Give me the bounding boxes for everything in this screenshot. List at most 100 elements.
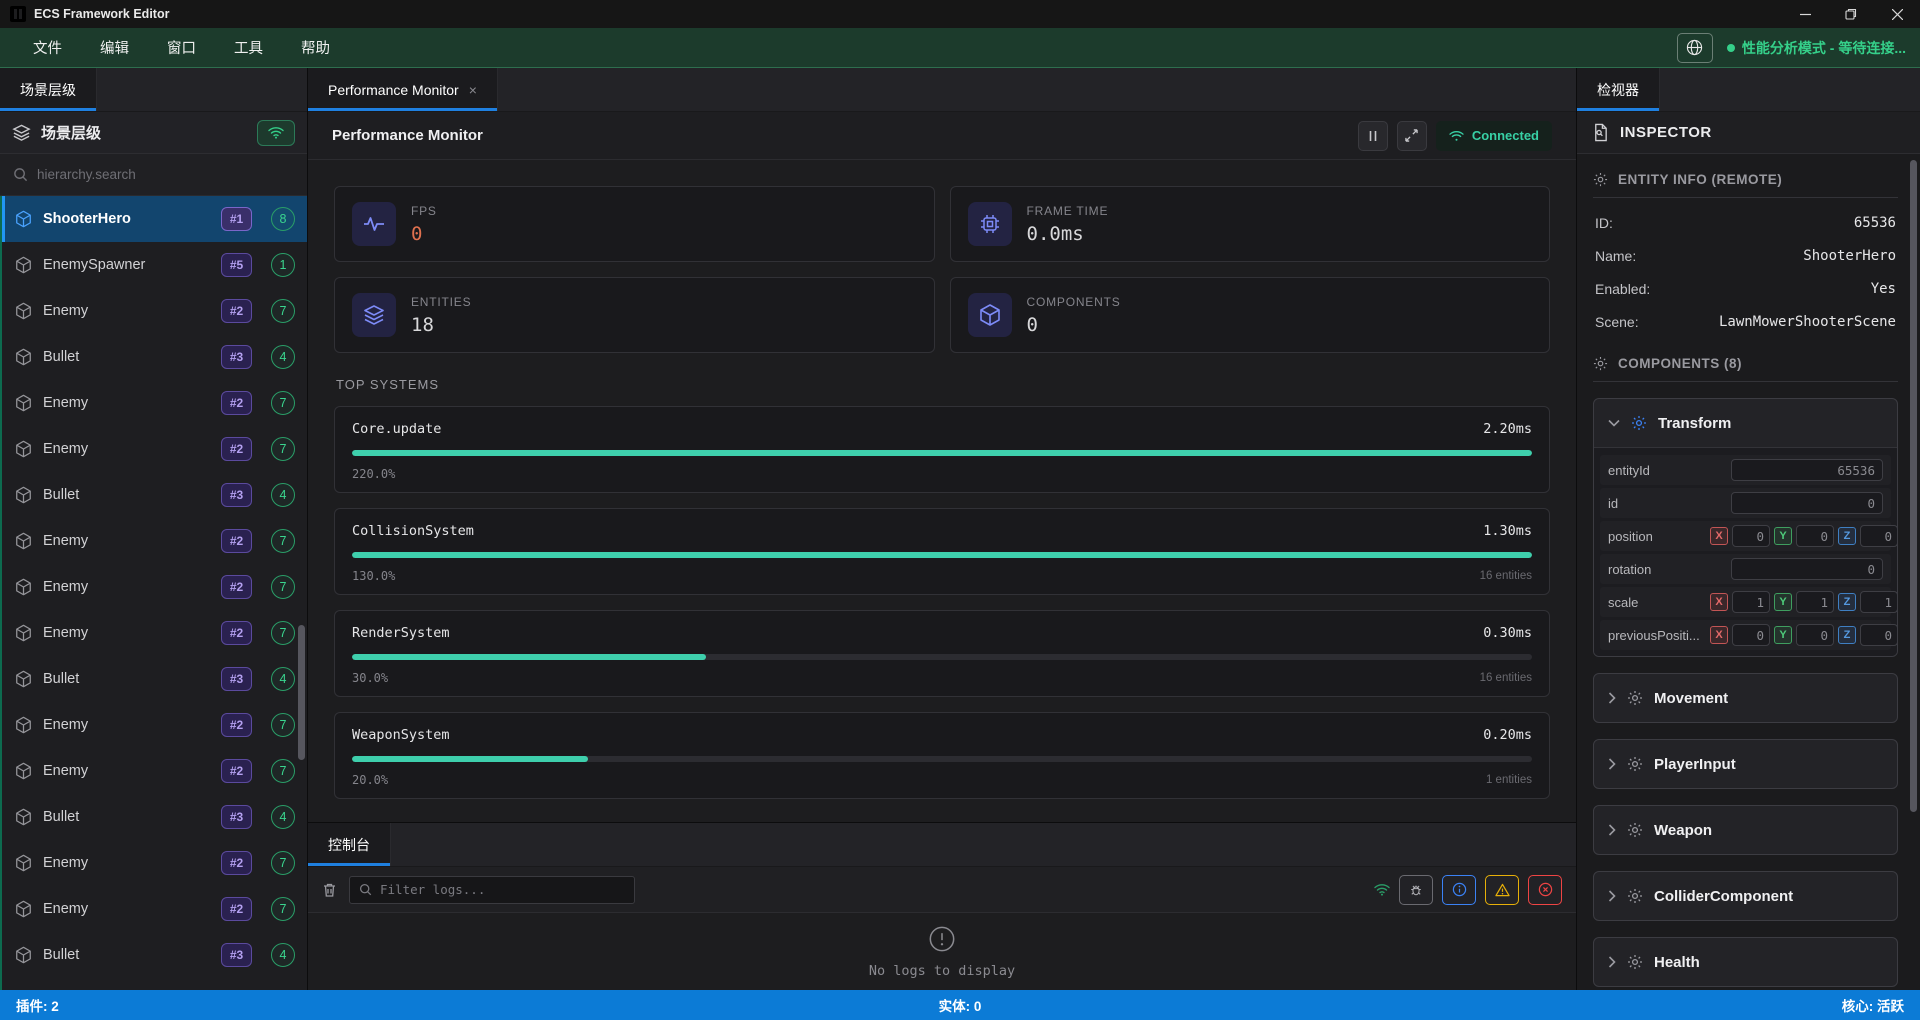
- metric-card: FRAME TIME 0.0ms: [950, 186, 1551, 262]
- hierarchy-item[interactable]: Bullet #3 4: [2, 932, 307, 978]
- hierarchy-connect-button[interactable]: [257, 120, 295, 146]
- app-window: ECS Framework Editor 文件编辑窗口工具帮助 性: [0, 0, 1920, 1020]
- hierarchy-item[interactable]: Enemy #2 7: [2, 518, 307, 564]
- hierarchy-item[interactable]: Enemy #2 7: [2, 702, 307, 748]
- info-filter-button[interactable]: [1442, 875, 1476, 905]
- hierarchy-search-input[interactable]: [37, 167, 294, 182]
- menu-item[interactable]: 编辑: [81, 28, 148, 67]
- system-name: CollisionSystem: [352, 523, 474, 539]
- component-header[interactable]: ColliderComponent: [1594, 872, 1897, 920]
- close-button[interactable]: [1874, 0, 1920, 28]
- menu-item[interactable]: 工具: [215, 28, 282, 67]
- hierarchy-item[interactable]: Enemy #2 7: [2, 886, 307, 932]
- hierarchy-item[interactable]: Enemy #2 7: [2, 564, 307, 610]
- hierarchy-list: ShooterHero #1 8 EnemySpawner #5 1 Enemy…: [0, 196, 307, 990]
- expand-button[interactable]: [1397, 121, 1427, 151]
- menu-item[interactable]: 文件: [14, 28, 81, 67]
- restore-button[interactable]: [1828, 0, 1874, 28]
- hierarchy-item[interactable]: Enemy #2 7: [2, 288, 307, 334]
- axis-x-input[interactable]: [1732, 525, 1770, 547]
- inspector-tabbar: 检视器: [1577, 68, 1920, 112]
- system-time: 1.30ms: [1483, 523, 1532, 539]
- entity-cube-icon: [15, 808, 32, 826]
- hierarchy-item[interactable]: EnemySpawner #5 1: [2, 242, 307, 288]
- hierarchy-item[interactable]: Enemy #2 7: [2, 426, 307, 472]
- system-progress-track: [352, 756, 1532, 762]
- axis-y-input[interactable]: [1796, 591, 1834, 613]
- inspector-scrollbar[interactable]: [1910, 160, 1917, 812]
- hierarchy-item[interactable]: Enemy #2 7: [2, 840, 307, 886]
- inspector-panel: 检视器 INSPECTOR ENTITY INFO (REMOTE): [1577, 68, 1920, 990]
- axis-y-badge: Y: [1774, 626, 1792, 644]
- entity-info-row: Scene: LawnMowerShooterScene: [1595, 314, 1896, 330]
- pause-button[interactable]: [1358, 121, 1388, 151]
- entity-count-badge: 4: [271, 667, 295, 691]
- tab-inspector[interactable]: 检视器: [1577, 68, 1660, 111]
- tab-console[interactable]: 控制台: [308, 823, 391, 866]
- axis-y-input[interactable]: [1796, 525, 1834, 547]
- tab-scene-hierarchy[interactable]: 场景层级: [0, 68, 97, 111]
- hierarchy-item[interactable]: Bullet #3 4: [2, 656, 307, 702]
- entity-name: EnemySpawner: [43, 257, 210, 273]
- entity-info-row: ID: 65536: [1595, 215, 1896, 231]
- info-value: 65536: [1854, 215, 1896, 231]
- minimize-button[interactable]: [1782, 0, 1828, 28]
- menu-item[interactable]: 帮助: [282, 28, 349, 67]
- menu-item[interactable]: 窗口: [148, 28, 215, 67]
- clear-logs-button[interactable]: [322, 882, 337, 898]
- entity-name: Bullet: [43, 947, 210, 963]
- hierarchy-panel: 场景层级 场景层级: [0, 68, 308, 990]
- hierarchy-scrollbar[interactable]: [298, 625, 305, 760]
- chevron-right-icon: [1608, 956, 1616, 968]
- component-header[interactable]: Health: [1594, 938, 1897, 986]
- inspector-header: INSPECTOR: [1577, 112, 1920, 154]
- axis-x-input[interactable]: [1732, 624, 1770, 646]
- property-row: id: [1600, 488, 1891, 518]
- axis-x-input[interactable]: [1732, 591, 1770, 613]
- entity-cube-icon: [15, 946, 32, 964]
- warning-filter-button[interactable]: [1485, 875, 1519, 905]
- entity-cube-icon: [15, 486, 32, 504]
- entity-info-row: Enabled: Yes: [1595, 281, 1896, 297]
- axis-z-input[interactable]: [1860, 624, 1898, 646]
- error-filter-button[interactable]: [1528, 875, 1562, 905]
- transform-header[interactable]: Transform: [1594, 399, 1897, 447]
- metric-value: 0.0ms: [1027, 223, 1109, 245]
- console-toolbar: [308, 867, 1576, 913]
- hierarchy-item[interactable]: ShooterHero #1 8: [2, 196, 307, 242]
- wifi-icon: [1449, 130, 1464, 142]
- axis-z-input[interactable]: [1860, 525, 1898, 547]
- component-header[interactable]: PlayerInput: [1594, 740, 1897, 788]
- component-header[interactable]: Movement: [1594, 674, 1897, 722]
- globe-button[interactable]: [1677, 33, 1713, 63]
- statusbar-plugins: 插件: 2: [16, 995, 59, 1015]
- hierarchy-item[interactable]: Bullet #3 4: [2, 334, 307, 380]
- property-label: scale: [1608, 595, 1710, 610]
- hierarchy-item[interactable]: Enemy #2 7: [2, 380, 307, 426]
- debug-filter-button[interactable]: [1399, 875, 1433, 905]
- axis-y-input[interactable]: [1796, 624, 1834, 646]
- entity-count-badge: 4: [271, 345, 295, 369]
- search-icon: [359, 883, 372, 896]
- component-header[interactable]: Weapon: [1594, 806, 1897, 854]
- component-gear-icon: [1631, 415, 1647, 431]
- hierarchy-item[interactable]: Bullet #3 4: [2, 472, 307, 518]
- tab-performance-monitor[interactable]: Performance Monitor ×: [308, 68, 498, 111]
- log-filter-input[interactable]: [380, 882, 625, 897]
- metric-label: FPS: [411, 204, 437, 218]
- entity-tag-badge: #1: [221, 207, 252, 231]
- property-input[interactable]: [1731, 558, 1883, 580]
- property-input[interactable]: [1731, 492, 1883, 514]
- metric-card: FPS 0: [334, 186, 935, 262]
- hierarchy-item[interactable]: Bullet #3 4: [2, 794, 307, 840]
- hierarchy-item[interactable]: Enemy #2 7: [2, 610, 307, 656]
- hierarchy-item[interactable]: Enemy #2 7: [2, 748, 307, 794]
- entity-name: Enemy: [43, 717, 210, 733]
- metric-value: 0: [1027, 314, 1121, 336]
- entity-tag-badge: #2: [221, 529, 252, 553]
- axis-z-input[interactable]: [1860, 591, 1898, 613]
- entity-tag-badge: #3: [221, 943, 252, 967]
- property-input[interactable]: [1731, 459, 1883, 481]
- main-panel: Performance Monitor × Performance Monito…: [308, 68, 1577, 990]
- tab-close-icon[interactable]: ×: [469, 82, 477, 98]
